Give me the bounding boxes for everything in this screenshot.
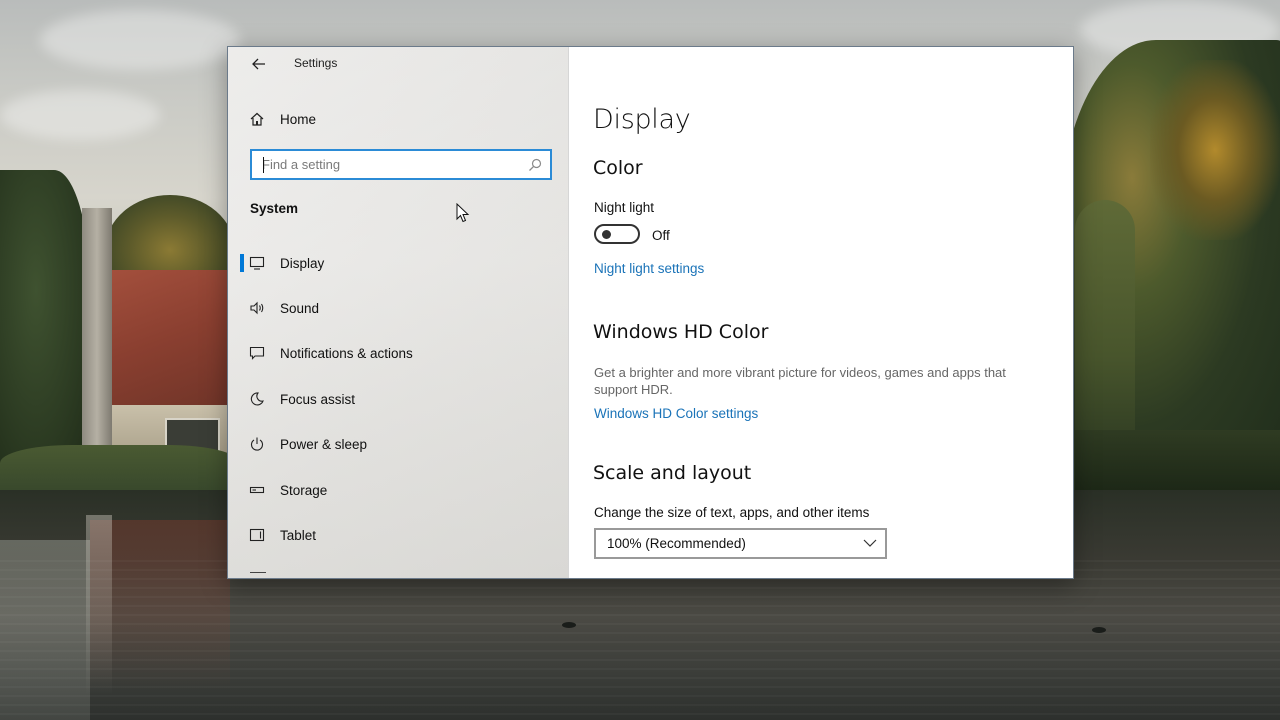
main-content: Display Color Night light Off Night ligh…	[569, 47, 1073, 578]
wallpaper-trees-left	[0, 170, 90, 470]
page-title: Display	[593, 104, 691, 135]
sidebar-item-label: Tablet	[280, 527, 317, 543]
sidebar-item-display[interactable]: Display	[234, 245, 564, 281]
night-light-toggle[interactable]	[594, 224, 640, 244]
notification-icon	[234, 345, 280, 361]
sidebar-item-home[interactable]: Home	[234, 101, 564, 137]
text-caret	[263, 157, 264, 173]
sidebar-item-notifications[interactable]: Notifications & actions	[234, 335, 564, 371]
hd-color-settings-link[interactable]: Windows HD Color settings	[594, 406, 758, 421]
scale-dropdown[interactable]: 100% (Recommended)	[594, 528, 887, 559]
sidebar-item-label: Notifications & actions	[280, 345, 413, 361]
sidebar-item-sound[interactable]: Sound	[234, 290, 564, 326]
sidebar-item-partial	[250, 572, 266, 575]
power-icon	[234, 436, 280, 452]
search-input[interactable]	[252, 151, 522, 178]
night-light-state: Off	[652, 228, 670, 243]
night-light-label: Night light	[594, 200, 655, 215]
scale-label: Change the size of text, apps, and other…	[594, 505, 870, 520]
scale-dropdown-value: 100% (Recommended)	[607, 536, 746, 551]
moon-icon	[234, 391, 280, 407]
color-heading: Color	[593, 157, 643, 179]
wallpaper-riverbank	[1075, 430, 1280, 490]
wallpaper-house-roof	[100, 270, 230, 410]
scale-layout-heading: Scale and layout	[593, 462, 752, 484]
wallpaper-willow	[1075, 200, 1135, 460]
back-arrow-icon	[252, 58, 265, 70]
toggle-knob	[602, 230, 611, 239]
wallpaper-duck	[562, 622, 576, 628]
section-label-system: System	[250, 201, 299, 216]
sidebar-item-label: Focus assist	[280, 391, 356, 407]
search-field[interactable]	[250, 149, 552, 180]
hd-color-heading: Windows HD Color	[593, 321, 769, 343]
mouse-cursor-icon	[456, 203, 470, 223]
settings-window: Settings Home System Display	[227, 46, 1074, 579]
home-icon	[234, 111, 280, 127]
sidebar-item-focus-assist[interactable]: Focus assist	[234, 381, 564, 417]
sidebar-item-label: Sound	[280, 300, 320, 316]
sidebar-item-label: Display	[280, 255, 325, 271]
wallpaper-chimney	[82, 208, 112, 463]
sidebar: Settings Home System Display	[228, 47, 569, 578]
night-light-settings-link[interactable]: Night light settings	[594, 261, 704, 276]
storage-icon	[234, 482, 280, 498]
sidebar-item-storage[interactable]: Storage	[234, 472, 564, 508]
search-icon[interactable]	[526, 156, 544, 174]
app-title: Settings	[294, 56, 338, 70]
hd-color-description: Get a brighter and more vibrant picture …	[594, 365, 1006, 397]
sidebar-item-label: Power & sleep	[280, 436, 368, 452]
speaker-icon	[234, 300, 280, 316]
sidebar-item-power-sleep[interactable]: Power & sleep	[234, 426, 564, 462]
wallpaper-duck	[1092, 627, 1106, 633]
sidebar-item-tablet[interactable]: Tablet	[234, 517, 564, 553]
sidebar-item-label: Home	[280, 111, 317, 127]
chevron-down-icon	[863, 539, 877, 547]
back-button[interactable]	[236, 49, 282, 79]
selected-indicator	[240, 254, 244, 272]
tablet-icon	[234, 527, 280, 543]
wallpaper-autumn-tree	[1150, 60, 1280, 240]
sidebar-item-label: Storage	[280, 482, 328, 498]
